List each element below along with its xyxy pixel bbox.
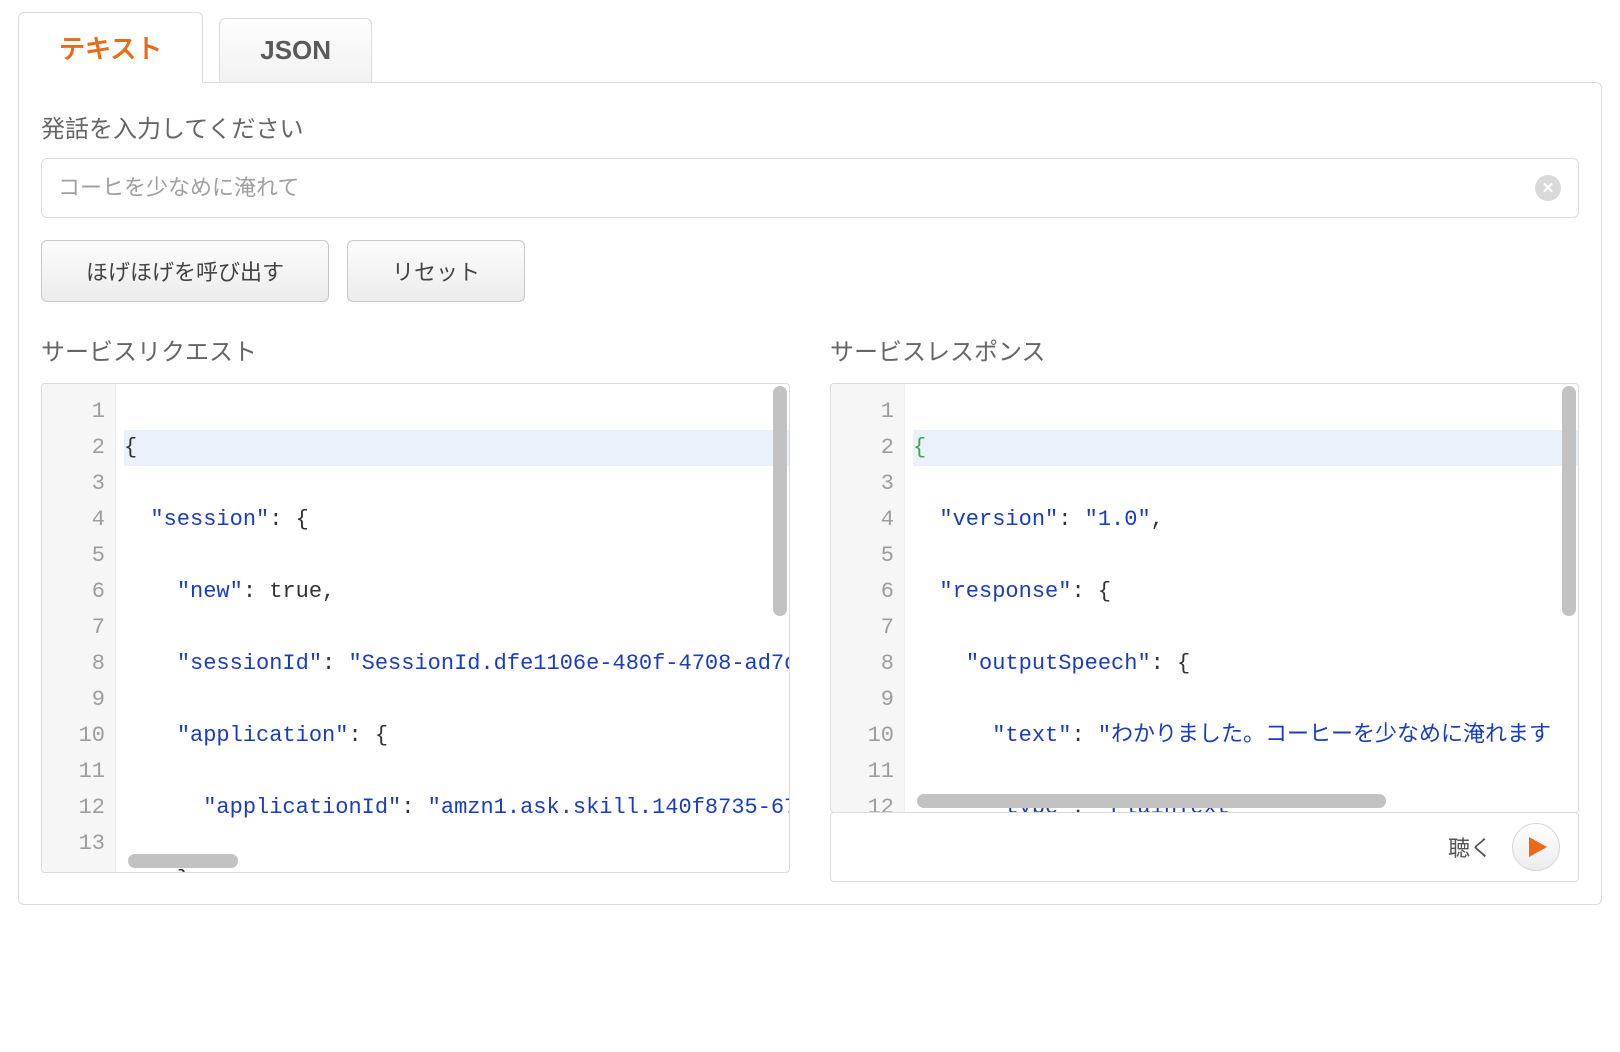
play-button[interactable] [1512,823,1560,871]
main-panel: 発話を入力してください ほげほげを呼び出す リセット サービスリクエスト 123… [18,82,1602,905]
play-icon [1529,837,1547,857]
request-title: サービスリクエスト [41,332,790,367]
response-horizontal-scrollbar[interactable] [917,794,1568,808]
tab-json[interactable]: JSON [219,18,372,83]
invoke-button[interactable]: ほげほげを呼び出す [41,240,329,302]
request-vertical-scrollbar[interactable] [773,386,787,616]
tab-text[interactable]: テキスト [18,12,203,83]
response-code[interactable]: { "version": "1.0", "response": { "outpu… [905,384,1578,812]
request-horizontal-scrollbar[interactable] [128,854,238,868]
response-editor: 123456789101112 { "version": "1.0", "res… [830,383,1579,813]
response-title: サービスレスポンス [830,332,1579,367]
listen-bar: 聴く [830,812,1579,882]
utterance-label: 発話を入力してください [41,109,1579,144]
request-code[interactable]: { "session": { "new": true, "sessionId":… [116,384,789,872]
response-vertical-scrollbar[interactable] [1562,386,1576,616]
request-editor: 12345678910111213 { "session": { "new": … [41,383,790,873]
clear-input-icon[interactable] [1535,175,1561,201]
request-gutter: 12345678910111213 [42,384,116,872]
listen-label: 聴く [1448,831,1492,863]
reset-button[interactable]: リセット [347,240,525,302]
utterance-input[interactable] [41,158,1579,218]
response-gutter: 123456789101112 [831,384,905,812]
